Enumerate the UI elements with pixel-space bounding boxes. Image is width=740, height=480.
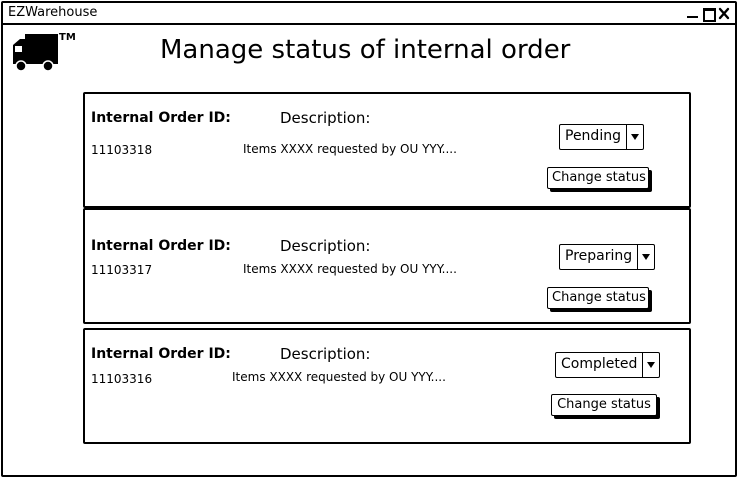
status-select[interactable]: Completed	[555, 352, 661, 378]
order-id-label: Internal Order ID:	[91, 238, 231, 254]
app-title: EZWarehouse	[8, 5, 98, 20]
status-select[interactable]: Pending	[559, 124, 644, 150]
order-id-value: 11103316	[91, 372, 153, 386]
minimize-icon[interactable]	[686, 7, 699, 20]
order-card: Internal Order ID: Description: 11103316…	[83, 328, 691, 444]
window-controls	[686, 6, 731, 22]
change-status-button[interactable]: Change status	[551, 394, 657, 416]
order-id-value: 11103318	[91, 143, 153, 157]
maximize-icon[interactable]	[702, 7, 716, 22]
page-title: Manage status of internal order	[160, 35, 571, 65]
description-label: Description:	[280, 109, 371, 127]
description-label: Description:	[280, 237, 371, 255]
change-status-button[interactable]: Change status	[547, 287, 649, 309]
title-bar: EZWarehouse	[3, 3, 735, 25]
order-description-value: Items XXXX requested by OU YYY....	[243, 142, 457, 156]
chevron-down-icon[interactable]	[642, 353, 659, 377]
order-id-value: 11103317	[91, 263, 153, 277]
chevron-down-icon[interactable]	[637, 245, 654, 269]
status-select[interactable]: Preparing	[559, 244, 656, 270]
chevron-down-icon[interactable]	[625, 125, 643, 149]
truck-logo: TM	[12, 32, 76, 76]
order-card: Internal Order ID: Description: 11103318…	[83, 92, 691, 208]
order-description-value: Items XXXX requested by OU YYY....	[243, 262, 457, 276]
order-description-value: Items XXXX requested by OU YYY....	[232, 370, 446, 384]
trademark-mark: TM	[59, 32, 76, 43]
status-select-value: Pending	[565, 128, 621, 144]
order-card: Internal Order ID: Description: 11103317…	[83, 208, 691, 324]
status-select-value: Preparing	[565, 248, 633, 264]
description-label: Description:	[280, 345, 371, 363]
close-icon[interactable]	[718, 7, 731, 20]
order-id-label: Internal Order ID:	[91, 110, 231, 126]
status-select-value: Completed	[561, 356, 638, 372]
order-id-label: Internal Order ID:	[91, 346, 231, 362]
change-status-button[interactable]: Change status	[547, 167, 649, 189]
